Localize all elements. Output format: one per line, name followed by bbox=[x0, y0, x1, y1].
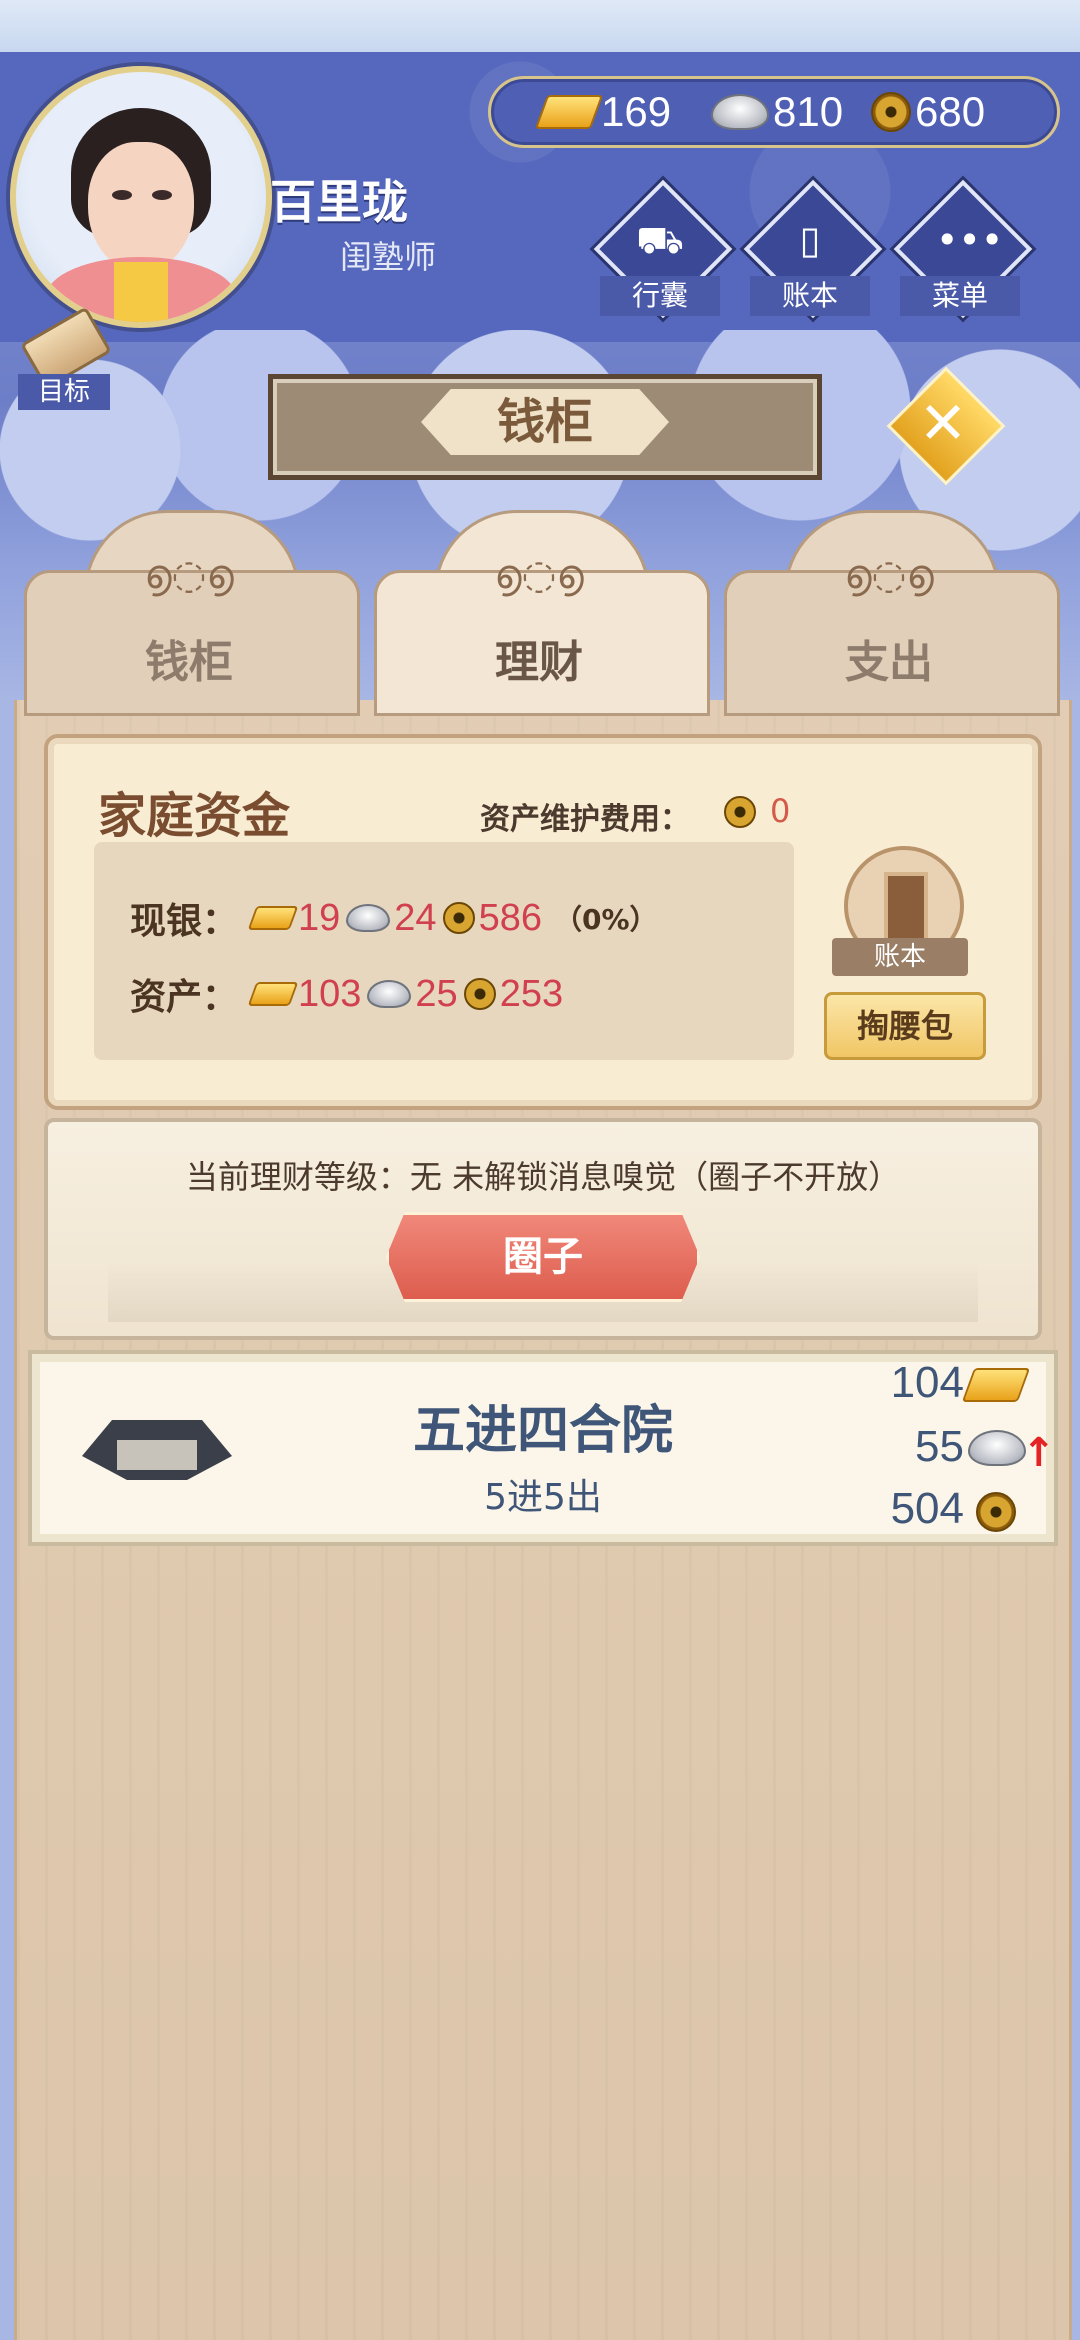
arrow-up-icon: ↑ bbox=[1022, 1430, 1056, 1476]
cash-gold: 19 bbox=[298, 896, 341, 939]
tab-label: 钱柜 bbox=[145, 637, 233, 688]
assets-copper: 253 bbox=[499, 972, 564, 1015]
copper-coin-icon bbox=[442, 902, 475, 934]
cash-silver: 24 bbox=[394, 896, 437, 939]
ledger-button[interactable]: ▯ 账本 bbox=[743, 179, 883, 320]
page-title: 钱柜 bbox=[496, 394, 593, 450]
silver-amount: 810 bbox=[773, 88, 844, 135]
tab-expense[interactable]: ൭◌൭ 支出 bbox=[724, 510, 1060, 716]
family-funds-card: 家庭资金 资产维护费用： 0 现银： 19 24 586 （0%） 资产： 10… bbox=[44, 734, 1042, 1110]
cash-label: 现银： bbox=[130, 901, 239, 942]
goal-button[interactable]: 目标 bbox=[18, 306, 118, 412]
copper-coin-icon bbox=[871, 92, 911, 132]
property-gold: 104 bbox=[890, 1358, 964, 1407]
cash-copper: 586 bbox=[478, 896, 542, 939]
tab-label: 理财 bbox=[495, 637, 583, 688]
circle-button[interactable]: 圈子 bbox=[386, 1212, 700, 1302]
tab-finance[interactable]: ൭◌൭ 理财 bbox=[374, 510, 710, 716]
funds-box: 现银： 19 24 586 （0%） 资产： 103 25 253 bbox=[94, 842, 794, 1060]
funds-title: 家庭资金 bbox=[98, 788, 291, 844]
maintenance-value: 0 bbox=[770, 792, 791, 830]
copper-currency: 680 bbox=[871, 83, 985, 141]
gold-ingot-icon bbox=[247, 906, 299, 930]
gold-currency: 169 bbox=[534, 83, 672, 141]
silver-ingot-icon bbox=[968, 1430, 1026, 1466]
gold-ingot-icon bbox=[247, 982, 299, 1006]
silver-ingot-icon bbox=[367, 980, 412, 1008]
tab-cash[interactable]: ൭◌൭ 钱柜 bbox=[24, 510, 360, 716]
book-icon bbox=[884, 872, 928, 944]
avatar-collar bbox=[114, 262, 168, 322]
menu-label: 菜单 bbox=[900, 276, 1020, 316]
property-silver: 55 bbox=[915, 1422, 964, 1471]
currency-bar: 169 810 680 bbox=[488, 76, 1060, 148]
assets-label: 资产： bbox=[130, 977, 239, 1018]
player-name: 百里珑 bbox=[270, 175, 408, 229]
assets-silver: 25 bbox=[415, 972, 458, 1015]
ledger-label: 账本 bbox=[750, 276, 870, 316]
avatar-eye-right bbox=[152, 190, 172, 200]
avatar-eye-left bbox=[112, 190, 132, 200]
avatar-face bbox=[88, 142, 194, 272]
bag-button[interactable]: ⛟ 行囊 bbox=[593, 179, 733, 320]
pay-out-of-pocket-button[interactable]: 掏腰包 bbox=[824, 992, 986, 1060]
copper-coin-icon bbox=[463, 978, 496, 1010]
finance-level-card: 当前理财等级：无 未解锁消息嗅觉（圈子不开放） 圈子 bbox=[44, 1118, 1042, 1340]
maintenance-label: 资产维护费用： bbox=[480, 802, 690, 837]
bag-icon: ⛟ bbox=[636, 218, 684, 262]
ledger-book-label: 账本 bbox=[832, 938, 968, 976]
cloud-swirl-icon: ൭◌൭ bbox=[144, 552, 234, 598]
cloud-swirl-icon: ൭◌൭ bbox=[494, 552, 584, 598]
tab-label: 支出 bbox=[845, 637, 933, 688]
page-title-plaque: 钱柜 bbox=[268, 374, 822, 480]
goal-label: 目标 bbox=[18, 374, 110, 410]
copper-coin-icon bbox=[976, 1492, 1016, 1532]
copper-coin-icon bbox=[724, 796, 756, 828]
cash-row: 现银： 19 24 586 （0%） bbox=[130, 892, 658, 944]
assets-gold: 103 bbox=[298, 972, 362, 1015]
property-card[interactable]: 五进四合院 5进5出 104 55 ↑ 504 bbox=[28, 1350, 1058, 1546]
player-title: 闺塾师 bbox=[340, 238, 437, 276]
silver-ingot-icon bbox=[711, 94, 769, 130]
menu-button[interactable]: ••• 菜单 bbox=[893, 179, 1033, 320]
gold-ingot-icon bbox=[534, 95, 604, 129]
cash-percent: （0%） bbox=[553, 903, 658, 936]
finance-level-text: 当前理财等级：无 未解锁消息嗅觉（圈子不开放） bbox=[185, 1158, 901, 1196]
silver-currency: 810 bbox=[711, 83, 843, 141]
player-avatar[interactable] bbox=[10, 66, 272, 328]
close-icon[interactable]: ✕ bbox=[904, 384, 982, 462]
property-copper: 504 bbox=[890, 1484, 964, 1533]
cloud-swirl-icon: ൭◌൭ bbox=[844, 552, 934, 598]
silver-ingot-icon bbox=[346, 904, 391, 932]
gold-amount: 169 bbox=[601, 88, 672, 135]
assets-row: 资产： 103 25 253 bbox=[130, 968, 569, 1020]
copper-amount: 680 bbox=[915, 88, 986, 135]
more-icon: ••• bbox=[936, 218, 1004, 262]
bag-label: 行囊 bbox=[600, 276, 720, 316]
ledger-icon: ▯ bbox=[799, 218, 821, 262]
